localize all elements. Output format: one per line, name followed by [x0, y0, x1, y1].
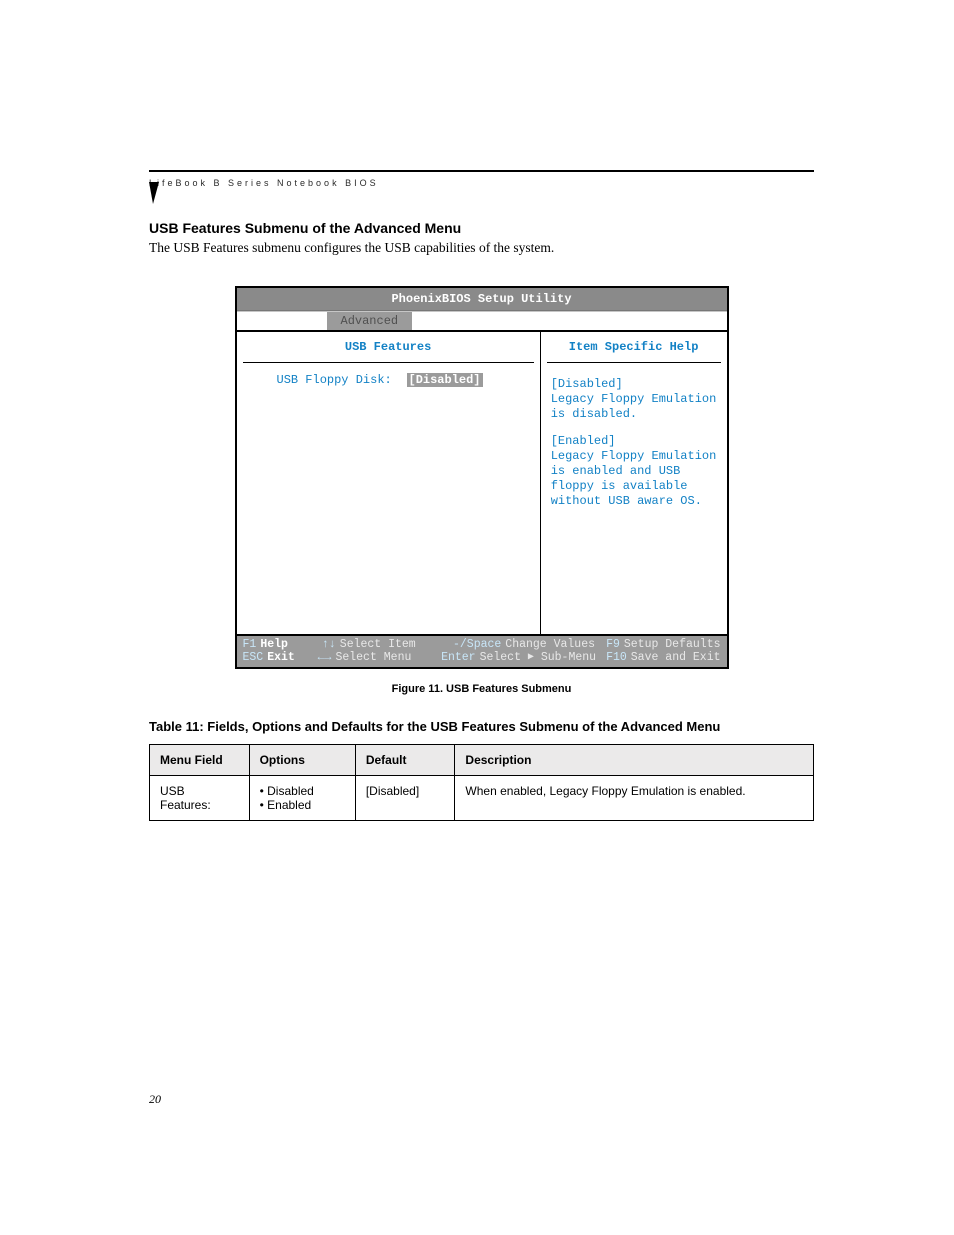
field-label: USB Floppy Disk: — [277, 373, 407, 387]
label-save-exit: Save and Exit — [631, 651, 721, 664]
bios-help-pane: Item Specific Help [Disabled] Legacy Flo… — [541, 332, 727, 634]
table-header-row: Menu Field Options Default Description — [150, 745, 814, 776]
key-arrows-h: ←→ — [318, 651, 332, 664]
bios-footer: F1Help ↑↓ Select Item -/Space Change Value… — [237, 636, 727, 667]
bios-help-text: [Disabled] Legacy Floppy Emulation is di… — [541, 363, 727, 509]
cell-default: [Disabled] — [355, 776, 455, 821]
tab-advanced[interactable]: Advanced — [327, 312, 413, 330]
table-title: Table 11: Fields, Options and Defaults f… — [149, 719, 814, 734]
help-disabled-head: [Disabled] — [551, 377, 623, 391]
label-change-values: Change Values — [505, 638, 595, 651]
bios-body: USB Features USB Floppy Disk: [Disabled]… — [237, 330, 727, 636]
bios-help-title: Item Specific Help — [541, 332, 727, 362]
bios-field-row[interactable]: USB Floppy Disk: [Disabled] — [237, 363, 540, 387]
figure-caption: Figure 11. USB Features Submenu — [149, 683, 814, 695]
key-minus-space: -/Space — [453, 638, 501, 651]
label-select-item: Select Item — [340, 638, 416, 651]
label-help: Help — [260, 638, 288, 651]
tab-spacer — [237, 312, 327, 330]
cell-options: • Disabled • Enabled — [249, 776, 355, 821]
help-disabled-body: Legacy Floppy Emulation is disabled. — [551, 392, 717, 421]
running-header-text: LifeBook B Series Notebook BIOS — [149, 172, 814, 188]
options-table: Menu Field Options Default Description U… — [149, 744, 814, 821]
help-enabled-body: Legacy Floppy Emulation is enabled and U… — [551, 449, 717, 508]
page-number: 20 — [149, 1092, 161, 1107]
cell-menu-field: USB Features: — [150, 776, 250, 821]
cell-description: When enabled, Legacy Floppy Emulation is… — [455, 776, 814, 821]
bios-left-pane: USB Features USB Floppy Disk: [Disabled] — [237, 332, 541, 634]
label-select: Select — [480, 651, 521, 664]
section-description: The USB Features submenu configures the … — [149, 240, 814, 256]
key-esc: ESC — [243, 651, 264, 664]
help-enabled-head: [Enabled] — [551, 434, 616, 448]
running-header: LifeBook B Series Notebook BIOS — [149, 170, 814, 188]
label-setup-defaults: Setup Defaults — [624, 638, 721, 651]
key-f9: F9 — [606, 638, 620, 651]
key-arrows-v: ↑↓ — [322, 638, 336, 651]
th-default: Default — [355, 745, 455, 776]
bios-screenshot: PhoenixBIOS Setup Utility Advanced USB F… — [235, 286, 729, 669]
section-title: USB Features Submenu of the Advanced Men… — [149, 220, 814, 236]
option-enabled: Enabled — [267, 798, 311, 812]
triangle-right-icon: ▶ — [528, 652, 534, 663]
th-description: Description — [455, 745, 814, 776]
key-enter: Enter — [441, 651, 476, 664]
label-exit: Exit — [267, 651, 295, 664]
bios-menu-bar: Advanced — [237, 311, 727, 330]
label-submenu: Sub-Menu — [541, 651, 596, 664]
key-f1: F1 — [243, 638, 257, 651]
document-page: LifeBook B Series Notebook BIOS USB Feat… — [0, 0, 954, 1235]
th-options: Options — [249, 745, 355, 776]
th-menu-field: Menu Field — [150, 745, 250, 776]
key-f10: F10 — [606, 651, 627, 664]
table-row: USB Features: • Disabled • Enabled [Disa… — [150, 776, 814, 821]
bios-left-title: USB Features — [237, 332, 540, 362]
wedge-icon — [149, 182, 163, 206]
option-disabled: Disabled — [267, 784, 314, 798]
field-value[interactable]: [Disabled] — [407, 373, 483, 387]
label-select-menu: Select Menu — [335, 651, 411, 664]
bios-title-bar: PhoenixBIOS Setup Utility — [237, 288, 727, 311]
